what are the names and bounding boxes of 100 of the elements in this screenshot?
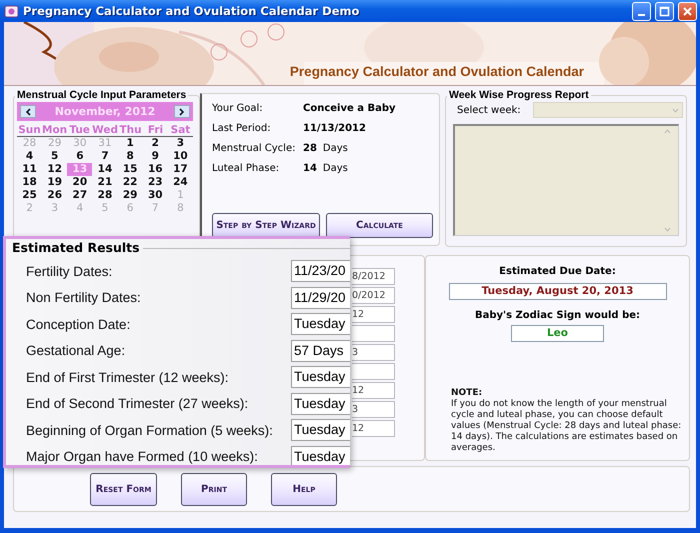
result-label: Major Organ have Formed (10 weeks): [26,449,259,464]
result-label: Beginning of Organ Formation (5 weeks): [26,422,274,438]
calendar-day[interactable]: 16 [142,163,168,176]
close-button[interactable] [678,2,697,20]
result-field[interactable]: 3 [352,344,395,361]
result-label: Fertility Dates: [26,264,114,279]
result-field[interactable]: 3 [352,401,395,418]
result-label: Gestational Age: [26,343,126,358]
due-date-label: Estimated Due Date: [499,266,616,277]
due-date-field[interactable]: Tuesday, August 20, 2013 [448,283,666,300]
field-label: Last Period: [212,123,272,134]
result-field[interactable]: 11/29/20 [291,286,350,309]
result-field[interactable]: 11/23/20 [291,260,350,282]
calendar-day[interactable]: 30 [142,189,168,202]
calculate-button[interactable]: Calculate [326,213,433,238]
result-field[interactable]: 0/2012 [352,287,395,304]
calendar-day[interactable]: 29 [118,189,143,202]
calendar-day[interactable]: 23 [142,176,168,189]
field-value: 14 [303,163,317,174]
result-field[interactable]: Tuesday [291,419,350,442]
weekday-label: Sun [17,124,42,136]
result-label: Non Fertility Dates: [26,290,142,306]
field-value: Conceive a Baby [303,103,396,114]
result-field[interactable] [352,363,395,380]
maximize-button[interactable] [655,2,674,20]
chevron-left-icon [25,108,31,116]
help-button[interactable]: Help [271,472,337,506]
weekday-label: Wed [92,124,118,136]
banner-title: Pregnancy Calculator and Ovulation Calendar [290,64,584,79]
maximize-icon [659,6,670,16]
results-title: Estimated Results [12,240,140,255]
group-title: Menstrual Cycle Input Parameters [16,89,188,101]
calendar-day[interactable]: 7 [92,150,118,163]
result-field[interactable]: 57 Days [291,340,350,362]
calendar-day[interactable]: 12 [42,163,68,176]
calendar-day[interactable]: 6 [67,150,92,163]
calendar-day[interactable]: 27 [67,189,92,202]
calendar-day[interactable]: 15 [118,163,143,176]
calendar-day[interactable]: 24 [168,176,193,189]
weekday-label: Fri [146,124,164,136]
print-button[interactable]: Print [181,472,247,506]
result-label: End of First Trimester (12 weeks): [26,370,230,385]
calendar-day[interactable]: 17 [168,163,193,176]
calendar-day[interactable]: 14 [92,163,118,176]
calendar-day[interactable]: 20 [67,176,92,189]
note-title: NOTE: [451,388,484,399]
select-label: Select week: [457,104,521,116]
report-text-area[interactable] [453,124,679,236]
app-icon [4,4,19,18]
calendar-day[interactable]: 3 [168,137,193,150]
field-label: Luteal Phase: [212,163,280,174]
result-field[interactable]: Tuesday [291,446,350,465]
previous-month-button[interactable] [20,105,36,118]
calendar-day[interactable]: 5 [42,150,68,163]
result-field[interactable]: 8/2012 [352,268,395,285]
result-field[interactable]: 12 [352,306,395,323]
chevron-right-icon [179,108,185,116]
weekday-label: Thu [118,124,143,136]
wizard-button[interactable]: Step by Step Wizard [212,213,320,238]
calendar-day[interactable]: 1 [118,137,143,150]
calendar-day[interactable]: 11 [17,163,42,176]
calendar-day[interactable]: 25 [17,189,42,202]
zodiac-field[interactable]: Leo [511,325,604,342]
result-field[interactable] [352,325,395,342]
field-value: 11/13/2012 [303,123,366,134]
result-field[interactable]: Tuesday [291,313,350,336]
calendar-month: November, 2012 [54,105,156,118]
reset-form-button[interactable]: Reset Form [90,472,157,506]
field-label: Menstrual Cycle: [212,143,296,154]
note-text: If you do not know the length of your menstrual cycle and luteal phase, you can choose default values (Menstrual Cycle: 28 days and luteal phase: 14 days). The calculations are estimates based on averages. [451,399,682,454]
calendar-day[interactable]: 18 [17,176,42,189]
result-label: End of Second Trimester (27 weeks): [26,396,250,412]
result-field[interactable]: 12 [352,420,395,437]
calendar-day[interactable]: 22 [118,176,143,189]
minimize-icon [638,14,645,16]
window-title: Pregnancy Calculator and Ovulation Calendar Demo [23,4,360,18]
weekday-label: Sat [170,124,192,136]
calendar-day[interactable]: 9 [142,150,168,163]
calendar-day[interactable]: 21 [92,176,118,189]
scroll-up-icon [664,129,671,134]
minimize-button[interactable] [632,2,651,20]
result-label: Conception Date: [26,316,132,332]
calendar-day[interactable]: 26 [42,189,68,202]
unit-label: Days [322,143,348,154]
calendar-day[interactable]: 10 [168,150,193,163]
calendar-day[interactable]: 4 [17,150,42,163]
calendar-day[interactable]: 8 [118,150,143,163]
weekday-label: Mon [42,124,68,136]
scroll-down-icon [664,227,671,232]
next-month-button[interactable] [174,105,190,118]
result-field[interactable]: 12 [352,382,395,399]
result-field[interactable]: Tuesday [291,366,350,388]
calendar-day[interactable]: 28 [92,189,118,202]
result-field[interactable]: Tuesday [291,392,350,415]
close-icon [682,6,693,16]
unit-label: Days [322,163,348,174]
calendar-day[interactable]: 19 [42,176,68,189]
calendar-day[interactable]: 2 [142,137,168,150]
zodiac-label: Baby's Zodiac Sign would be: [474,310,640,321]
field-label: Your Goal: [212,103,264,114]
